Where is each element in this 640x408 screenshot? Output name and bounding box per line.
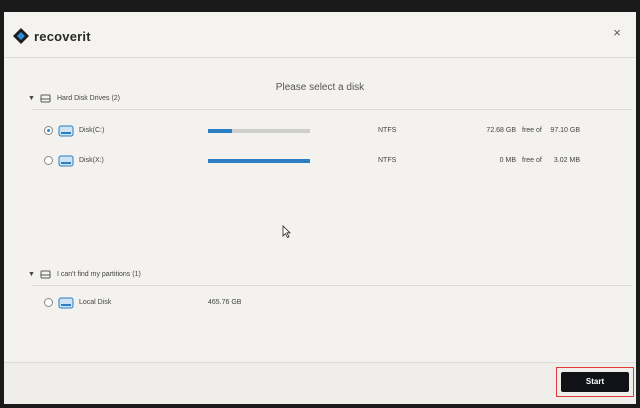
free-of-label: free of [522, 157, 542, 164]
disk-row-c[interactable]: Disk(C:) NTFS 72.68 GB free of 97.10 GB [44, 123, 604, 139]
total-size: 3.02 MB [553, 157, 580, 164]
file-system: NTFS [378, 127, 397, 134]
free-of-label: free of [522, 127, 542, 134]
footer: Start [4, 362, 636, 404]
disk-radio[interactable] [44, 298, 53, 307]
divider [32, 285, 632, 286]
usage-bar-fill [208, 159, 310, 163]
hard-drive-icon [40, 270, 51, 279]
hard-drive-icon [40, 94, 51, 103]
start-button[interactable]: Start [561, 372, 629, 392]
close-button[interactable]: × [610, 26, 624, 40]
group-missing-partitions[interactable]: ▼ I can't find my partitions (1) [28, 270, 141, 279]
file-system: NTFS [378, 157, 397, 164]
total-size: 97.10 GB [550, 127, 580, 134]
chevron-down-icon[interactable]: ▼ [28, 95, 40, 102]
disk-icon [58, 155, 74, 167]
usage-bar-fill [208, 129, 232, 133]
disk-radio[interactable] [44, 126, 53, 135]
usage-bar [208, 129, 310, 133]
recoverit-logo-icon [13, 28, 29, 44]
app-logo: recoverit [12, 27, 91, 45]
group-label: Hard Disk Drives (2) [57, 95, 121, 102]
start-highlight: Start [556, 367, 634, 397]
group-hard-disk-drives[interactable]: ▼ Hard Disk Drives (2) [28, 94, 120, 103]
mouse-pointer-icon [282, 225, 291, 238]
disk-name: Disk(C:) [79, 127, 105, 134]
disk-name: Local Disk [79, 299, 112, 306]
recoverit-window: recoverit × Please select a disk ▼ Hard … [4, 12, 636, 404]
free-space: 72.68 GB [486, 127, 516, 134]
disk-icon [58, 125, 74, 137]
disk-name: Disk(X:) [79, 157, 104, 164]
app-brand: recoverit [34, 28, 91, 44]
title-bar: recoverit × [4, 12, 636, 58]
divider [32, 109, 632, 110]
disk-row-x[interactable]: Disk(X:) NTFS 0 MB free of 3.02 MB [44, 153, 604, 169]
group-label: I can't find my partitions (1) [57, 271, 141, 278]
chevron-down-icon[interactable]: ▼ [28, 271, 40, 278]
usage-bar [208, 159, 310, 163]
disk-radio[interactable] [44, 156, 53, 165]
disk-icon [58, 297, 74, 309]
free-space: 0 MB [499, 157, 516, 164]
page-title: Please select a disk [275, 82, 365, 93]
disk-size: 465.76 GB [208, 299, 242, 306]
disk-row-local[interactable]: Local Disk 465.76 GB [44, 295, 604, 311]
